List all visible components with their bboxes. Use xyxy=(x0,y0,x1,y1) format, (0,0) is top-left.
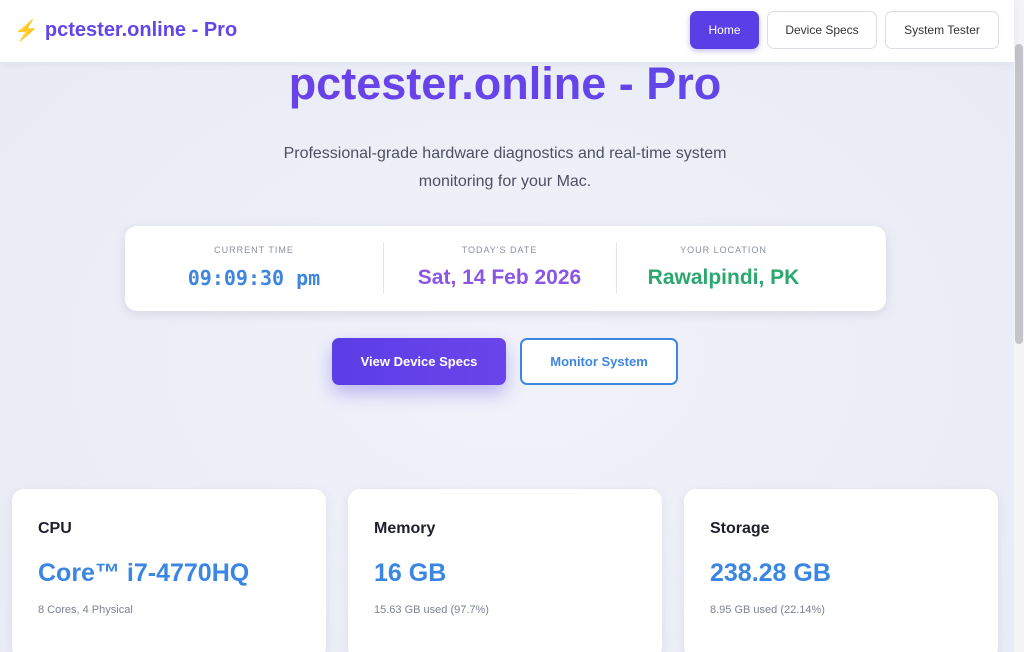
storage-card-title: Storage xyxy=(710,520,770,537)
hero-subtitle: Professional-grade hardware diagnostics … xyxy=(283,145,727,190)
todays-date-section: TODAY'S DATE Sat, 14 Feb 2026 xyxy=(383,226,616,311)
hero-title: pctester.online - Pro xyxy=(0,58,1010,110)
info-card: CURRENT TIME 09:09:30 pm TODAY'S DATE Sa… xyxy=(125,226,886,311)
cpu-card-value: Core™ i7-4770HQ xyxy=(38,559,250,587)
navbar: ⚡ pctester.online - Pro Home Device Spec… xyxy=(0,0,1014,62)
brand-name: pctester.online - Pro xyxy=(44,19,238,41)
nav-system-tester-button[interactable]: System Tester xyxy=(885,11,999,49)
cpu-card-detail: 8 Cores, 4 Physical xyxy=(38,604,133,616)
memory-card: Memory 16 GB 15.63 GB used (97.7%) xyxy=(348,489,662,652)
cpu-card-title: CPU xyxy=(38,520,72,537)
brand-logo[interactable]: ⚡ pctester.online - Pro xyxy=(14,18,237,43)
location-section: YOUR LOCATION Rawalpindi, PK xyxy=(616,226,831,311)
storage-card: Storage 238.28 GB 8.95 GB used (22.14%) xyxy=(684,489,998,652)
current-time-section: CURRENT TIME 09:09:30 pm xyxy=(125,226,383,311)
storage-card-detail: 8.95 GB used (22.14%) xyxy=(710,604,825,616)
location-label: YOUR LOCATION xyxy=(680,245,767,255)
todays-date-label: TODAY'S DATE xyxy=(461,245,538,255)
cpu-card: CPU Core™ i7-4770HQ 8 Cores, 4 Physical xyxy=(12,489,326,652)
todays-date-value: Sat, 14 Feb 2026 xyxy=(417,266,582,289)
storage-card-value: 238.28 GB xyxy=(710,559,831,587)
nav-device-specs-button[interactable]: Device Specs xyxy=(767,11,877,49)
memory-card-detail: 15.63 GB used (97.7%) xyxy=(374,604,489,616)
memory-card-title: Memory xyxy=(374,520,436,537)
current-time-label: CURRENT TIME xyxy=(214,245,294,255)
lightning-icon: ⚡ xyxy=(14,20,39,42)
nav-home-button[interactable]: Home xyxy=(690,11,759,49)
view-device-specs-button[interactable]: View Device Specs xyxy=(332,338,506,385)
scrollbar-thumb[interactable] xyxy=(1015,44,1023,344)
monitor-system-button[interactable]: Monitor System xyxy=(520,338,678,385)
current-time-value: 09:09:30 pm xyxy=(187,266,321,290)
memory-card-value: 16 GB xyxy=(374,559,447,587)
scrollbar[interactable] xyxy=(1014,0,1024,652)
location-value: Rawalpindi, PK xyxy=(647,266,800,289)
